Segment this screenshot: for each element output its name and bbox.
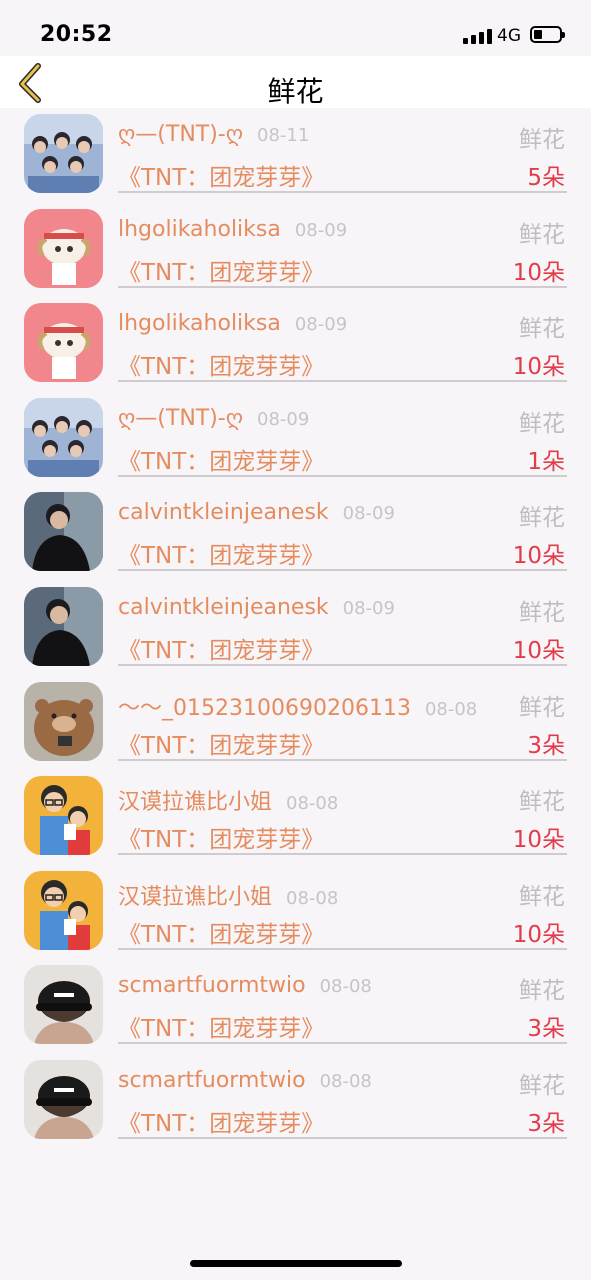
- user-name: calvintkleinjeanesk 08-09: [118, 594, 395, 620]
- gift-type: 鲜花: [519, 505, 565, 532]
- book-title: 《TNT：团宠芽芽》: [118, 259, 325, 286]
- gift-type: 鲜花: [519, 599, 565, 626]
- book-title: 《TNT：团宠芽芽》: [118, 637, 325, 664]
- list-item[interactable]: ღ—(TNT)-ღ 08-11 鲜花 《TNT：团宠芽芽》 5朵: [0, 114, 591, 209]
- avatar[interactable]: [24, 208, 103, 288]
- flower-count: 10朵: [512, 637, 565, 664]
- gift-type: 鲜花: [519, 127, 565, 153]
- flower-count: 3朵: [527, 1016, 565, 1043]
- gift-type: 鲜花: [519, 789, 565, 816]
- gift-type: 鲜花: [519, 316, 565, 343]
- record-date: 08-09: [342, 503, 395, 525]
- flower-count: 1朵: [527, 448, 565, 475]
- avatar[interactable]: [24, 303, 103, 383]
- avatar[interactable]: [24, 114, 103, 193]
- home-indicator: [190, 1260, 402, 1267]
- avatar[interactable]: [24, 776, 103, 856]
- book-title: 《TNT：团宠芽芽》: [118, 732, 325, 759]
- divider: [118, 285, 567, 288]
- flower-count: 10朵: [512, 259, 565, 286]
- user-name: lhgolikaholiksa 08-09: [118, 216, 348, 242]
- flower-count: 10朵: [512, 921, 565, 948]
- divider: [118, 663, 567, 666]
- user-name: ღ—(TNT)-ღ 08-11: [118, 122, 310, 147]
- status-time: 20:52: [40, 22, 113, 47]
- avatar[interactable]: [24, 965, 103, 1045]
- record-date: 08-08: [424, 698, 478, 720]
- avatar[interactable]: [24, 586, 103, 666]
- gift-type: 鲜花: [519, 883, 565, 910]
- gift-type: 鲜花: [519, 978, 565, 1005]
- book-title: 《TNT：团宠芽芽》: [118, 543, 325, 570]
- record-date: 08-08: [319, 1070, 372, 1092]
- status-bar: 20:52 4G: [0, 0, 591, 56]
- book-title: 《TNT：团宠芽芽》: [118, 448, 325, 475]
- battery-icon: [530, 26, 565, 43]
- user-name: lhgolikaholiksa 08-09: [118, 311, 348, 337]
- flower-count: 10朵: [512, 827, 565, 854]
- flower-count: 5朵: [527, 165, 565, 191]
- list-item[interactable]: scmartfuormtwio 08-08 鲜花 《TNT：团宠芽芽》 3朵: [0, 1059, 591, 1155]
- book-title: 《TNT：团宠芽芽》: [118, 165, 325, 191]
- user-name: 汉谟拉谯比小姐 08-08: [118, 884, 339, 910]
- list-item[interactable]: lhgolikaholiksa 08-09 鲜花 《TNT：团宠芽芽》 10朵: [0, 303, 591, 398]
- avatar[interactable]: [24, 681, 103, 761]
- user-name: 汉谟拉谯比小姐 08-08: [118, 790, 339, 816]
- record-date: 08-08: [319, 976, 372, 998]
- user-name: scmartfuormtwio 08-08: [118, 973, 372, 999]
- book-title: 《TNT：团宠芽芽》: [118, 354, 325, 381]
- flower-count: 3朵: [527, 1110, 565, 1137]
- nav-bar: 鲜花: [0, 56, 591, 108]
- divider: [118, 474, 567, 477]
- list-item[interactable]: calvintkleinjeanesk 08-09 鲜花 《TNT：团宠芽芽》 1…: [0, 492, 591, 587]
- user-name: calvintkleinjeanesk 08-09: [118, 500, 395, 526]
- record-date: 08-09: [294, 219, 348, 241]
- divider: [118, 947, 567, 950]
- record-date: 08-08: [286, 887, 339, 909]
- divider: [118, 569, 567, 572]
- list-item[interactable]: 汉谟拉谯比小姐 08-08 鲜花 《TNT：团宠芽芽》 10朵: [0, 776, 591, 871]
- page-title: 鲜花: [267, 75, 324, 108]
- divider: [118, 191, 567, 193]
- list-item[interactable]: calvintkleinjeanesk 08-09 鲜花 《TNT：团宠芽芽》 1…: [0, 586, 591, 682]
- network-label: 4G: [497, 26, 521, 46]
- list-item[interactable]: ღ—(TNT)-ღ 08-09 鲜花 《TNT：团宠芽芽》 1朵: [0, 397, 591, 493]
- avatar[interactable]: [24, 492, 103, 572]
- flower-count: 3朵: [527, 732, 565, 759]
- gift-type: 鲜花: [519, 221, 565, 248]
- avatar[interactable]: [24, 1059, 103, 1139]
- list-item[interactable]: lhgolikaholiksa 08-09 鲜花 《TNT：团宠芽芽》 10朵: [0, 208, 591, 304]
- gift-type: 鲜花: [519, 694, 565, 721]
- record-date: 08-09: [342, 597, 395, 619]
- record-date: 08-09: [257, 408, 310, 430]
- divider: [118, 853, 567, 856]
- avatar[interactable]: [24, 870, 103, 950]
- divider: [118, 1136, 567, 1139]
- record-date: 08-11: [257, 125, 310, 146]
- book-title: 《TNT：团宠芽芽》: [118, 1016, 325, 1043]
- flower-record-list: ღ—(TNT)-ღ 08-11 鲜花 《TNT：团宠芽芽》 5朵 lhgolika…: [0, 114, 591, 1155]
- flower-count: 10朵: [512, 543, 565, 570]
- book-title: 《TNT：团宠芽芽》: [118, 921, 325, 948]
- divider: [118, 380, 567, 383]
- user-name: scmartfuormtwio 08-08: [118, 1067, 372, 1093]
- divider: [118, 758, 567, 761]
- book-title: 《TNT：团宠芽芽》: [118, 827, 325, 854]
- record-date: 08-09: [294, 314, 348, 336]
- list-item[interactable]: 汉谟拉谯比小姐 08-08 鲜花 《TNT：团宠芽芽》 10朵: [0, 870, 591, 966]
- user-name: ～～_01523100690206113 08-08: [118, 695, 478, 721]
- gift-type: 鲜花: [519, 410, 565, 437]
- user-name: ღ—(TNT)-ღ 08-09: [118, 405, 310, 431]
- record-date: 08-08: [286, 793, 339, 815]
- avatar[interactable]: [24, 397, 103, 477]
- gift-type: 鲜花: [519, 1072, 565, 1099]
- divider: [118, 1042, 567, 1045]
- book-title: 《TNT：团宠芽芽》: [118, 1110, 325, 1137]
- list-item[interactable]: ～～_01523100690206113 08-08 鲜花 《TNT：团宠芽芽》 …: [0, 681, 591, 777]
- list-item[interactable]: scmartfuormtwio 08-08 鲜花 《TNT：团宠芽芽》 3朵: [0, 965, 591, 1060]
- signal-icon: [463, 28, 493, 44]
- flower-count: 10朵: [512, 354, 565, 381]
